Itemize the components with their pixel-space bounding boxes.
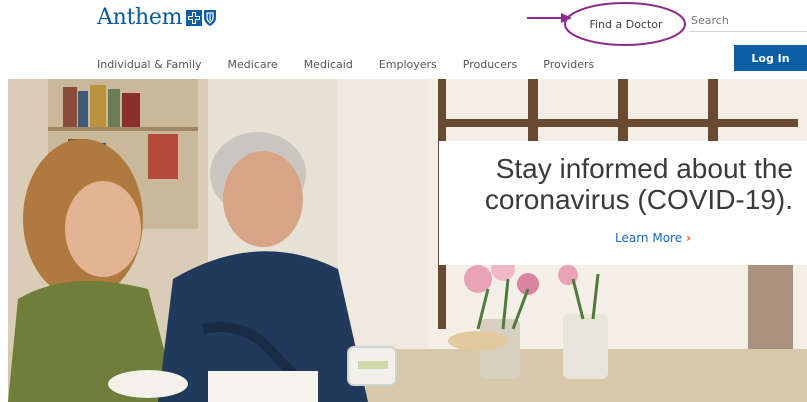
covid-promo-card: Stay informed about the coronavirus (COV… (439, 141, 807, 265)
nav-item-producers[interactable]: Producers (463, 58, 517, 71)
main-nav: Individual & Family Medicare Medicaid Em… (97, 58, 620, 71)
blue-cross-blue-shield-icon (186, 9, 217, 27)
nav-item-employers[interactable]: Employers (379, 58, 437, 71)
promo-heading: Stay informed about the coronavirus (COV… (484, 153, 793, 215)
nav-item-medicaid[interactable]: Medicaid (304, 58, 353, 71)
log-in-button[interactable]: Log In (734, 45, 807, 71)
learn-more-link[interactable]: Learn More › (439, 231, 807, 245)
search-input[interactable] (689, 10, 807, 32)
learn-more-label: Learn More (615, 231, 683, 245)
find-a-doctor-link[interactable]: Find a Doctor (567, 5, 685, 43)
chevron-right-icon: › (686, 231, 692, 245)
anthem-logo[interactable]: Anthem (97, 5, 217, 30)
nav-item-individual-family[interactable]: Individual & Family (97, 58, 202, 71)
nav-item-medicare[interactable]: Medicare (228, 58, 278, 71)
nav-item-providers[interactable]: Providers (543, 58, 594, 71)
logo-wordmark: Anthem (97, 5, 183, 30)
